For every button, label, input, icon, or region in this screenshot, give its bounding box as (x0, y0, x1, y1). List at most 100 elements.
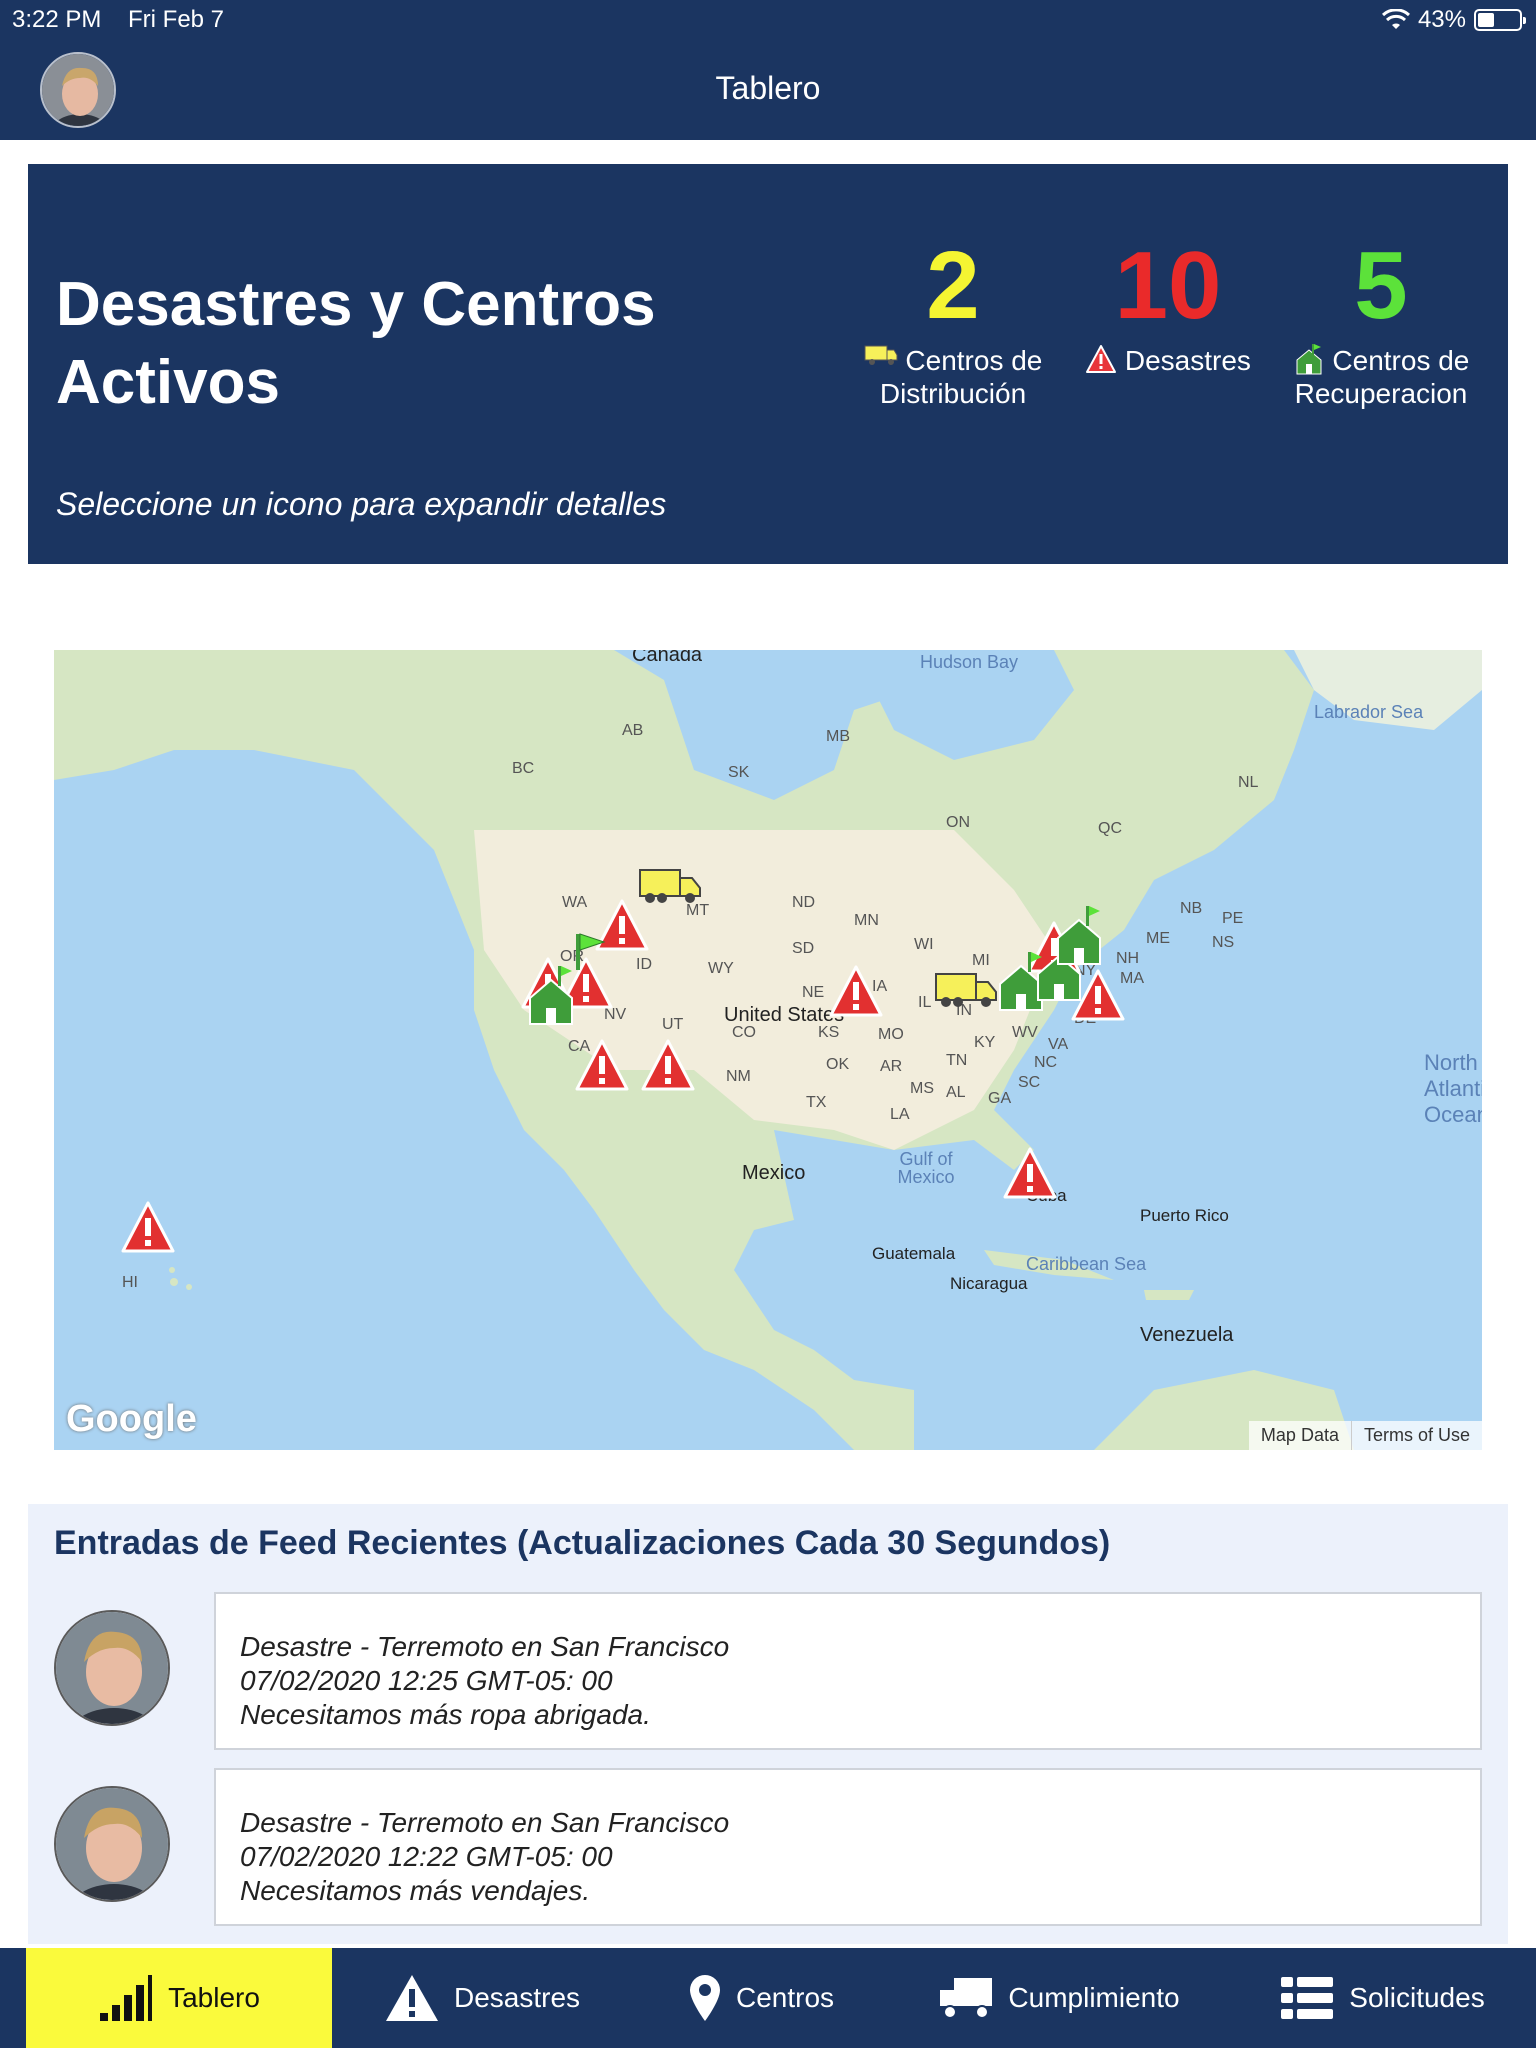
tab-label: Desastres (453, 1982, 581, 2013)
map-label: WI (914, 936, 934, 953)
feed-entry[interactable]: Desastre - Terremoto en San Francisco 07… (28, 1592, 1508, 1750)
map-label: IL (918, 994, 932, 1011)
wifi-icon (1381, 9, 1410, 29)
map-label: Gulf of Mexico (897, 1149, 955, 1187)
map-label: OK (826, 1056, 850, 1073)
tab-centros[interactable]: Centros (632, 1948, 890, 2048)
house-icon (1296, 344, 1322, 375)
status-indicators: 43% (1381, 6, 1526, 34)
stat-label: Centros de Distribución (879, 345, 1043, 409)
tab-label: Cumplimiento (1008, 1982, 1180, 2013)
map-label: KY (974, 1034, 996, 1051)
disaster-marker-warning-icon[interactable] (120, 1200, 176, 1256)
battery-icon (1474, 9, 1526, 31)
map-label: SD (792, 940, 815, 957)
map-label: NB (1180, 900, 1203, 917)
feed-entry-message: Necesitamos más vendajes. (240, 1875, 591, 1906)
bottom-tab-bar: Tablero Desastres Centros Cumplimiento S… (0, 1948, 1536, 2048)
map-label: ME (1146, 930, 1170, 947)
feed-entry-timestamp: 07/02/2020 12:22 GMT-05: 00 (240, 1841, 613, 1872)
avatar (54, 1786, 170, 1902)
disaster-map[interactable]: Canada Hudson Bay Labrador Sea AB MB BC … (54, 650, 1482, 1450)
feed-entry-title: Desastre - Terremoto en San Francisco (240, 1807, 730, 1838)
truck-icon (940, 1978, 993, 2019)
feed-entry-card: Desastre - Terremoto en San Francisco 07… (214, 1768, 1482, 1926)
stat-value: 10 (1114, 232, 1222, 339)
status-date: Fri Feb 7 (128, 6, 225, 33)
map-label: WV (1012, 1024, 1038, 1041)
map-label: ND (792, 894, 816, 911)
map-label: MT (686, 902, 710, 919)
recovery-marker-house-icon[interactable] (1054, 904, 1104, 966)
map-label: WY (708, 960, 734, 977)
feed-entry-title: Desastre - Terremoto en San Francisco (240, 1631, 730, 1662)
map-label: SC (1018, 1074, 1041, 1091)
tab-tablero[interactable]: Tablero (26, 1948, 332, 2048)
map-data-link[interactable]: Map Data (1249, 1421, 1351, 1450)
map-label: NS (1212, 934, 1235, 951)
map-label: North Atlantic Ocean (1424, 1050, 1482, 1127)
tab-label: Solicitudes (1349, 1982, 1485, 2013)
map-label: MI (972, 952, 990, 969)
google-logo: Google (66, 1398, 197, 1440)
tab-solicitudes[interactable]: Solicitudes (1228, 1948, 1536, 2048)
disaster-marker-warning-icon[interactable] (828, 964, 884, 1020)
distribution-marker-truck-icon[interactable] (638, 868, 702, 904)
map-label: BC (512, 760, 535, 777)
feed-entry[interactable]: Desastre - Terremoto en San Francisco 07… (28, 1768, 1508, 1926)
map-label: Labrador Sea (1314, 702, 1424, 722)
map-label: ON (946, 814, 970, 831)
map-label: Venezuela (1140, 1324, 1234, 1346)
tab-cumplimiento[interactable]: Cumplimiento (890, 1948, 1228, 2048)
map-label: PE (1222, 910, 1244, 927)
map-label: Mexico (742, 1162, 806, 1184)
map-label: ID (636, 956, 652, 973)
map-label: NM (726, 1068, 751, 1085)
feed-entry-message: Necesitamos más ropa abrigada. (240, 1699, 651, 1730)
map-label: Puerto Rico (1140, 1206, 1229, 1225)
top-bar: 3:22 PM Fri Feb 7 43% Tablero (0, 0, 1536, 140)
warning-icon (385, 1975, 438, 2021)
map-label: LA (890, 1106, 910, 1123)
map-label: VA (1048, 1036, 1069, 1053)
map-pin-icon (689, 1975, 720, 2021)
map-footer: Map Data Terms of Use (1248, 1421, 1482, 1450)
battery-percent: 43% (1417, 6, 1466, 33)
tab-desastres[interactable]: Desastres (332, 1948, 632, 2048)
distribution-marker-truck-icon[interactable] (934, 972, 998, 1008)
warning-icon (1086, 345, 1117, 373)
stat-value: 2 (926, 232, 980, 339)
map-landmass (54, 650, 1482, 1450)
terms-link[interactable]: Terms of Use (1350, 1421, 1482, 1450)
truck-icon (864, 345, 898, 365)
stat-recovery-centers: 5 Centros de Recuperacion (1276, 236, 1486, 410)
recovery-marker-flag-icon[interactable] (572, 932, 608, 972)
map-label: AL (946, 1084, 966, 1101)
map-label: GA (988, 1090, 1012, 1107)
disaster-marker-warning-icon[interactable] (1002, 1146, 1058, 1202)
tab-label: Tablero (168, 1982, 260, 2013)
feed-entry-card: Desastre - Terremoto en San Francisco 07… (214, 1592, 1482, 1750)
map-label: TN (946, 1052, 968, 1069)
recovery-marker-house-icon[interactable] (526, 964, 576, 1026)
map-label: UT (662, 1016, 684, 1033)
map-label: SK (728, 764, 750, 781)
stat-distribution-centers: 2 Centros de Distribución (858, 236, 1048, 410)
map-label: WA (562, 894, 588, 911)
stat-value: 5 (1354, 232, 1408, 339)
map-label: NH (1116, 950, 1140, 967)
map-label: QC (1098, 820, 1122, 837)
stat-label: Desastres (1124, 345, 1251, 376)
disaster-marker-warning-icon[interactable] (640, 1038, 696, 1094)
map-label: NL (1238, 774, 1259, 791)
feed-title: Entradas de Feed Recientes (Actualizacio… (54, 1524, 1111, 1562)
list-icon (1281, 1977, 1334, 2019)
summary-panel: Desastres y Centros Activos Seleccione u… (28, 164, 1508, 564)
map-label: Guatemala (872, 1244, 956, 1263)
map-label: AB (622, 722, 644, 739)
map-label: MB (826, 728, 850, 745)
page-title: Tablero (715, 70, 821, 106)
disaster-marker-warning-icon[interactable] (574, 1038, 630, 1094)
recent-feed: Entradas de Feed Recientes (Actualizacio… (28, 1504, 1508, 1944)
feed-entry-timestamp: 07/02/2020 12:25 GMT-05: 00 (240, 1665, 613, 1696)
